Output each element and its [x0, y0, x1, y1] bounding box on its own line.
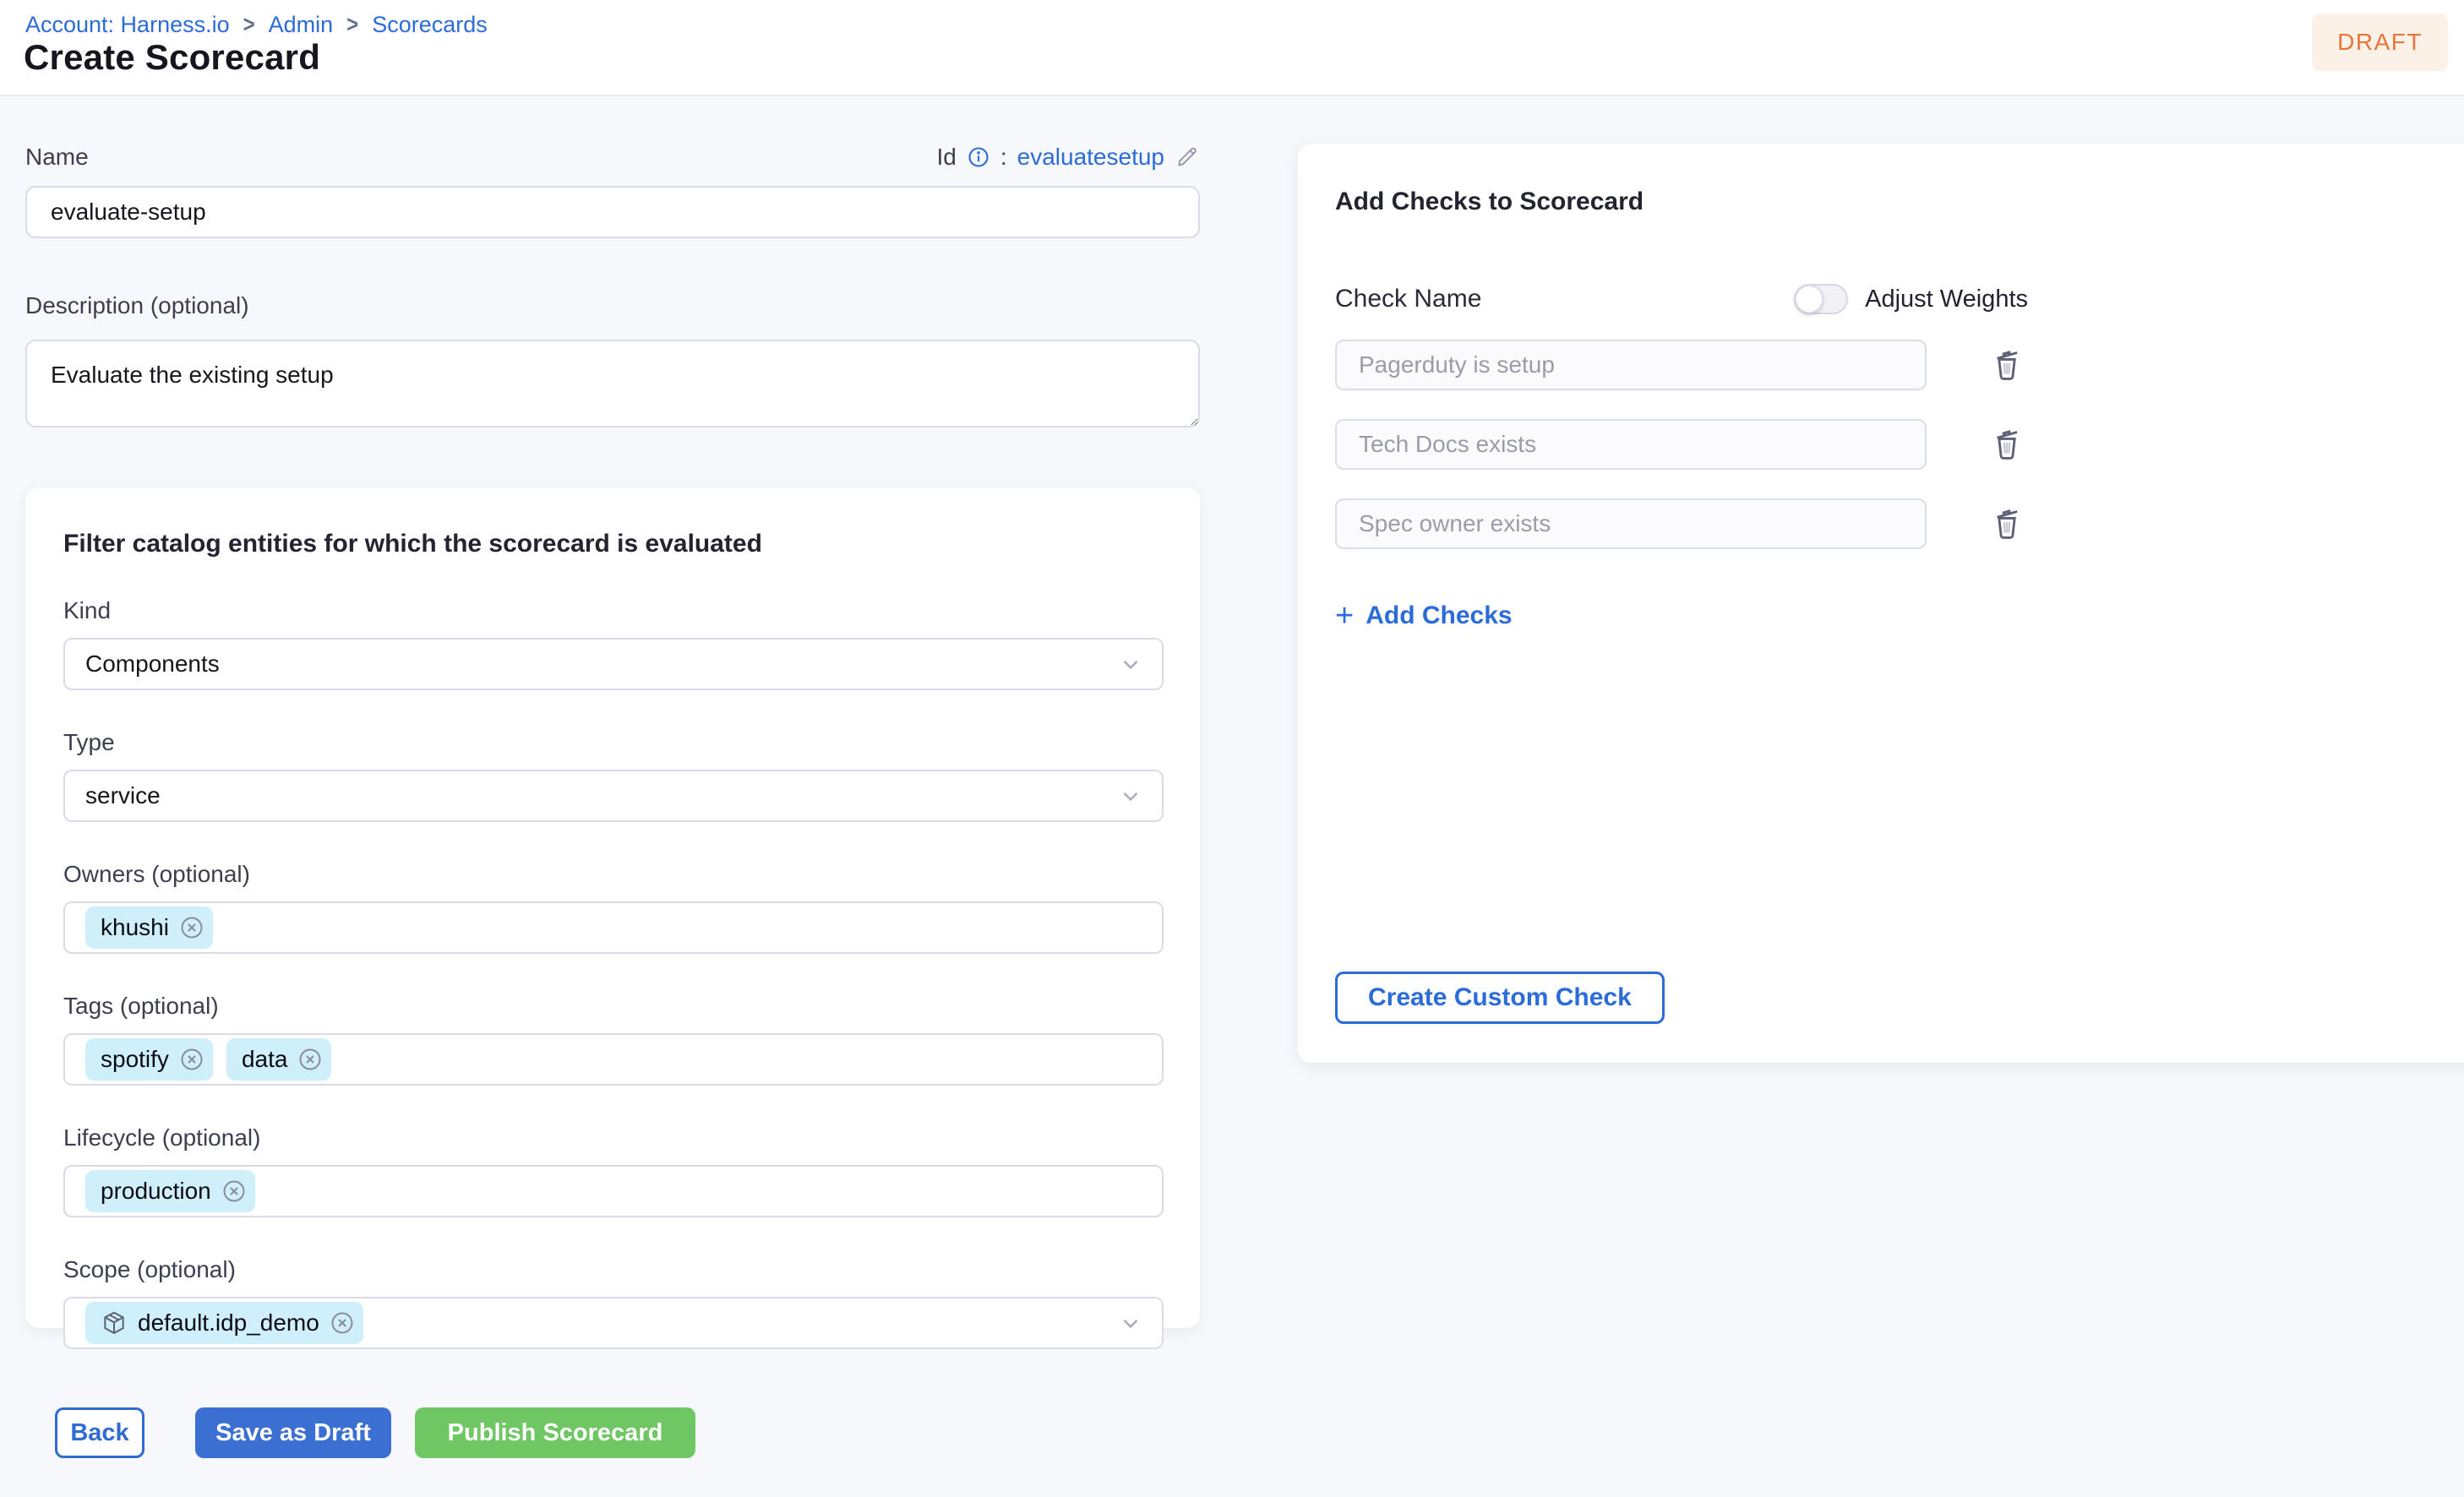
kind-label: Kind	[63, 597, 112, 623]
id-label: Id	[936, 144, 957, 170]
chevron-right-icon: >	[243, 11, 255, 38]
name-label: Name	[25, 144, 89, 170]
chevron-down-icon	[1118, 651, 1143, 677]
owner-chip: khushi	[85, 906, 213, 949]
publish-scorecard-button[interactable]: Publish Scorecard	[415, 1407, 695, 1458]
id-value-link[interactable]: evaluatesetup	[1017, 144, 1164, 171]
save-as-draft-button[interactable]: Save as Draft	[195, 1407, 391, 1458]
breadcrumb-scorecards-link[interactable]: Scorecards	[372, 12, 488, 38]
lifecycle-chip: production	[85, 1170, 255, 1212]
tags-field[interactable]: spotify data	[63, 1033, 1164, 1086]
remove-chip-icon[interactable]	[330, 1310, 355, 1336]
breadcrumb-account-link[interactable]: Account: Harness.io	[25, 12, 230, 38]
scope-chip-label: default.idp_demo	[138, 1309, 319, 1336]
check-input[interactable]	[1335, 498, 1927, 549]
check-input[interactable]	[1335, 340, 1927, 390]
edit-pencil-icon[interactable]	[1175, 144, 1200, 170]
owner-chip-label: khushi	[101, 914, 169, 940]
tag-chip-label: data	[241, 1046, 288, 1072]
info-icon[interactable]	[967, 145, 990, 169]
description-textarea[interactable]: Evaluate the existing setup	[25, 340, 1200, 427]
trash-icon[interactable]	[1987, 504, 2026, 543]
adjust-weights-toggle[interactable]	[1794, 284, 1849, 314]
kind-select[interactable]: Components	[63, 638, 1164, 690]
cube-icon	[101, 1309, 128, 1336]
add-checks-button[interactable]: + Add Checks	[1335, 598, 1513, 634]
breadcrumb-admin-link[interactable]: Admin	[269, 12, 334, 38]
remove-chip-icon[interactable]	[179, 1047, 204, 1072]
remove-chip-icon[interactable]	[297, 1047, 323, 1072]
tag-chip: spotify	[85, 1038, 213, 1081]
lifecycle-field[interactable]: production	[63, 1165, 1164, 1217]
status-badge: DRAFT	[2312, 14, 2448, 71]
type-select[interactable]: service	[63, 770, 1164, 822]
tag-chip-label: spotify	[101, 1046, 169, 1072]
filter-card: Filter catalog entities for which the sc…	[25, 487, 1200, 1349]
page-header: Account: Harness.io > Admin > Scorecards…	[0, 0, 2464, 96]
description-label: Description (optional)	[25, 292, 249, 318]
adjust-weights-label: Adjust Weights	[1865, 285, 2028, 313]
lifecycle-chip-label: production	[101, 1178, 211, 1204]
add-checks-title: Add Checks to Scorecard	[1335, 188, 1644, 215]
tags-label: Tags (optional)	[63, 993, 219, 1019]
plus-icon: +	[1335, 598, 1355, 634]
owners-field[interactable]: khushi	[63, 901, 1164, 954]
scorecard-form: Name Id : evaluatesetup evaluate-setup D…	[25, 96, 1200, 432]
tag-chip: data	[226, 1038, 332, 1081]
check-row	[1335, 419, 2444, 470]
id-row: Id : evaluatesetup	[937, 144, 1201, 171]
add-checks-panel: Add Checks to Scorecard Check Name Adjus…	[1298, 144, 2464, 1063]
type-label: Type	[63, 729, 115, 755]
check-row	[1335, 498, 2444, 549]
scope-chip: default.idp_demo	[85, 1302, 363, 1344]
form-actions: Back Save as Draft Publish Scorecard	[55, 1407, 695, 1458]
type-value: service	[85, 782, 161, 808]
id-colon: :	[1000, 144, 1007, 170]
check-row	[1335, 340, 2444, 390]
check-name-label: Check Name	[1335, 285, 1482, 313]
create-custom-check-button[interactable]: Create Custom Check	[1335, 972, 1665, 1024]
lifecycle-label: Lifecycle (optional)	[63, 1124, 261, 1151]
remove-chip-icon[interactable]	[179, 915, 204, 940]
trash-icon[interactable]	[1987, 425, 2026, 464]
scope-select[interactable]: default.idp_demo	[63, 1297, 1164, 1349]
check-input[interactable]	[1335, 419, 1927, 470]
create-scorecard-page: Account: Harness.io > Admin > Scorecards…	[0, 0, 2464, 1497]
breadcrumb: Account: Harness.io > Admin > Scorecards	[25, 11, 488, 38]
chevron-down-icon	[1118, 783, 1143, 808]
filter-title: Filter catalog entities for which the sc…	[63, 530, 762, 558]
name-input[interactable]	[25, 186, 1200, 238]
scope-label: Scope (optional)	[63, 1256, 236, 1282]
owners-label: Owners (optional)	[63, 861, 250, 887]
page-title: Create Scorecard	[24, 37, 321, 77]
chevron-down-icon	[1118, 1310, 1143, 1336]
add-checks-label: Add Checks	[1366, 602, 1513, 629]
chevron-right-icon: >	[346, 11, 359, 38]
back-button[interactable]: Back	[55, 1407, 144, 1458]
remove-chip-icon[interactable]	[221, 1179, 247, 1204]
trash-icon[interactable]	[1987, 346, 2026, 384]
toggle-knob	[1795, 285, 1824, 313]
kind-value: Components	[85, 651, 220, 677]
